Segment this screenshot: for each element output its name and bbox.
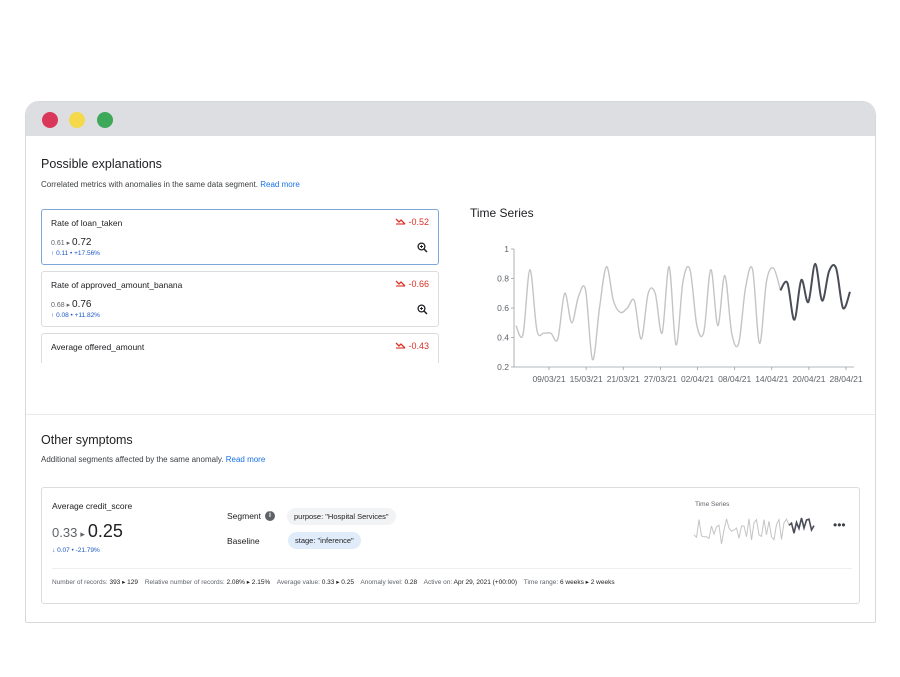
symptom-to-value: 0.25 xyxy=(87,521,123,541)
symptom-delta-value: 0.07 • -21.79% xyxy=(57,547,100,554)
anomaly-series-line xyxy=(779,262,851,321)
stat-label: Time range: xyxy=(523,579,559,586)
explanations-subtitle-text: Correlated metrics with anomalies in the… xyxy=(41,180,258,189)
card-delta: ↑ 0.08 • +11.82% xyxy=(51,312,100,319)
card-change-value: -0.43 xyxy=(408,341,429,351)
zoom-in-icon[interactable] xyxy=(417,304,428,315)
zoom-in-icon[interactable] xyxy=(417,242,428,253)
stat-label: Number of records: xyxy=(52,579,108,586)
stat-label: Average value: xyxy=(276,579,320,586)
card-delta: ↑ 0.11 • +17.56% xyxy=(51,250,100,257)
segment-chip[interactable]: purpose: "Hospital Services" xyxy=(287,508,396,525)
card-correlation: -0.52 xyxy=(395,217,429,227)
stat-value: 0.33 ▸ 0.25 xyxy=(321,579,354,586)
segment-row: Segment i xyxy=(227,511,276,521)
card-metric-title: Rate of approved_amount_banana xyxy=(51,280,183,290)
card-delta-value: 0.08 • +11.82% xyxy=(56,312,100,319)
stat-label: Anomaly level: xyxy=(360,579,403,586)
minimize-window-button[interactable] xyxy=(69,112,85,128)
trend-down-icon xyxy=(396,218,406,225)
card-change-value: -0.52 xyxy=(408,217,429,227)
trend-down-icon xyxy=(396,342,406,349)
x-tick-label: 21/03/21 xyxy=(607,374,640,384)
card-correlation: -0.43 xyxy=(395,341,429,351)
explanations-title: Possible explanations xyxy=(41,157,162,171)
baseline-chip[interactable]: stage: "inference" xyxy=(288,532,361,549)
explanations-read-more-link[interactable]: Read more xyxy=(260,180,300,189)
explanation-card-list[interactable]: Rate of loan_taken -0.52 0.61 ▸ 0.72 ↑ 0… xyxy=(41,209,439,363)
x-tick-label: 27/03/21 xyxy=(644,374,677,384)
y-tick-label: 0.4 xyxy=(497,333,509,343)
symptoms-title: Other symptoms xyxy=(41,433,133,447)
x-tick-label: 09/03/21 xyxy=(532,374,565,384)
card-to-value: 0.72 xyxy=(72,237,92,248)
x-tick-label: 15/03/21 xyxy=(570,374,603,384)
history-series-line xyxy=(515,265,782,361)
y-tick-label: 1 xyxy=(504,244,509,254)
card-from-value: 0.68 xyxy=(51,302,65,309)
mini-chart-svg xyxy=(693,517,815,545)
symptoms-subtitle: Additional segments affected by the same… xyxy=(41,455,265,464)
x-tick-label: 28/04/21 xyxy=(829,374,862,384)
mini-history-line xyxy=(693,517,790,545)
info-icon[interactable]: i xyxy=(265,511,276,521)
card-correlation: -0.66 xyxy=(395,279,429,289)
x-tick-label: 14/04/21 xyxy=(755,374,788,384)
stat-value: 2.08% ▸ 2.15% xyxy=(226,579,271,586)
card-metric-title: Rate of loan_taken xyxy=(51,218,123,228)
time-series-svg: 1 0.8 0.6 0.4 0.2 09/03/21 15/03/21 21/03/21 27/… xyxy=(497,244,863,384)
symptoms-subtitle-text: Additional segments affected by the same… xyxy=(41,455,224,464)
stat-value: 393 ▸ 129 xyxy=(109,579,139,586)
more-options-button[interactable]: ••• xyxy=(833,518,846,532)
stat-value: 6 weeks ▸ 2 weeks xyxy=(560,579,615,586)
symptoms-read-more-link[interactable]: Read more xyxy=(226,455,266,464)
symptom-metric: Average credit_score xyxy=(52,501,133,511)
card-values: 0.68 ▸ 0.76 xyxy=(51,299,92,310)
card-from-value: 0.61 xyxy=(51,240,65,247)
card-to-value: 0.76 xyxy=(72,299,92,310)
symptom-card[interactable]: Average credit_score 0.33 ▸ 0.25 ↓ 0.07 … xyxy=(41,487,860,604)
arrow-right-icon: ▸ xyxy=(80,529,85,539)
card-values: 0.61 ▸ 0.72 xyxy=(51,237,92,248)
card-metric-title: Average offered_amount xyxy=(51,342,145,352)
stat-value: 0.28 xyxy=(404,579,418,586)
card-change-value: -0.66 xyxy=(408,279,429,289)
y-tick-label: 0.6 xyxy=(497,303,509,313)
symptom-values: 0.33 ▸ 0.25 xyxy=(52,521,123,542)
y-tick-label: 0.8 xyxy=(497,274,509,284)
browser-window: Possible explanations Correlated metrics… xyxy=(25,101,876,623)
maximize-window-button[interactable] xyxy=(97,112,113,128)
x-tick-label: 02/04/21 xyxy=(681,374,714,384)
close-window-button[interactable] xyxy=(42,112,58,128)
stat-value: Apr 29, 2021 (+00:00) xyxy=(453,579,518,586)
mini-anomaly-line xyxy=(788,517,815,534)
symptom-divider xyxy=(52,568,852,569)
y-tick-label: 0.2 xyxy=(497,362,509,372)
section-divider xyxy=(26,414,875,415)
explanation-card[interactable]: Rate of approved_amount_banana -0.66 0.6… xyxy=(41,271,439,327)
x-tick-label: 08/04/21 xyxy=(718,374,751,384)
symptom-from-value: 0.33 xyxy=(52,525,78,540)
window-titlebar xyxy=(26,102,875,136)
segment-label: Segment xyxy=(227,511,262,521)
baseline-label: Baseline xyxy=(227,536,260,546)
mini-time-series[interactable]: Time Series xyxy=(692,500,817,550)
x-tick-label: 20/04/21 xyxy=(792,374,825,384)
symptom-delta: ↓ 0.07 • -21.79% xyxy=(52,547,100,554)
card-delta-value: 0.11 • +17.56% xyxy=(56,250,100,257)
stat-label: Relative number of records: xyxy=(144,579,225,586)
explanations-subtitle: Correlated metrics with anomalies in the… xyxy=(41,180,300,189)
time-series-chart: Time Series 1 0.8 0.6 0.4 0.2 09/03/21 15/03/2… xyxy=(466,197,866,392)
trend-down-icon xyxy=(396,280,406,287)
explanation-card[interactable]: Average offered_amount -0.43 xyxy=(41,333,439,363)
explanation-card[interactable]: Rate of loan_taken -0.52 0.61 ▸ 0.72 ↑ 0… xyxy=(41,209,439,265)
stat-label: Active on: xyxy=(423,579,453,586)
symptom-stats: Number of records: 393 ▸ 129 Relative nu… xyxy=(52,578,620,586)
